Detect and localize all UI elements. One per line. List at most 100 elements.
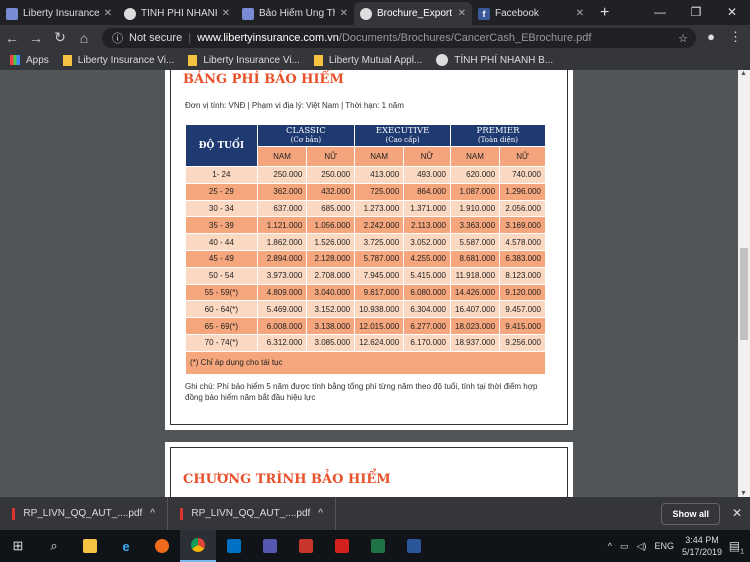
tab-3[interactable]: Brochure_Export ✕	[354, 2, 472, 25]
female-header: NỮ	[403, 146, 451, 167]
age-cell: 55 - 59(*)	[185, 283, 258, 302]
info-icon[interactable]: ⓘ	[112, 30, 123, 46]
tab-1[interactable]: TÍNH PHÍ NHANH ✕	[118, 2, 236, 25]
chevron-up-icon[interactable]: ^	[608, 541, 612, 551]
download-item[interactable]: RP_LIVN_QQ_AUT_....pdf ^	[168, 497, 336, 530]
table-row: 1- 24 250.000 250.000 413.000 493.000 620.000…	[185, 166, 546, 184]
close-tab-icon[interactable]: ✕	[458, 8, 466, 19]
close-icon[interactable]: ✕	[732, 506, 742, 520]
download-item[interactable]: RP_LIVN_QQ_AUT_....pdf ^	[0, 497, 168, 530]
reload-icon[interactable]: ↻	[48, 29, 72, 46]
excel-icon[interactable]	[360, 530, 396, 562]
network-icon[interactable]: ▭	[620, 541, 629, 552]
scroll-up-icon[interactable]: ▲	[740, 70, 747, 77]
volume-icon[interactable]: ◁)	[637, 541, 647, 552]
premium-cell: 6.277.000	[403, 317, 451, 335]
word-icon[interactable]	[396, 530, 432, 562]
acrobat-icon[interactable]	[324, 530, 360, 562]
scroll-thumb[interactable]	[740, 248, 748, 340]
pdf-icon	[180, 507, 184, 520]
taskbar: ⊞ ⌕ e ^ ▭ ◁) ENG 3:44 PM 5/17/2019 ▤1	[0, 530, 750, 562]
profile-icon[interactable]: ●	[707, 29, 715, 45]
premium-cell: 12.015.000	[354, 317, 405, 335]
minimize-icon[interactable]: —	[642, 0, 678, 24]
windows-start-icon[interactable]: ⊞	[0, 530, 36, 562]
premium-cell: 6.008.000	[256, 317, 308, 335]
teams-icon[interactable]	[252, 530, 288, 562]
internet-explorer-icon[interactable]: e	[108, 530, 144, 562]
section-title: BẢNG PHÍ BẢO HIỂM	[183, 72, 344, 87]
premium-cell: 2.894.000	[256, 249, 308, 268]
address-bar[interactable]: ⓘ Not secure | www.libertyinsurance.com.v…	[102, 28, 696, 48]
bookmark-star-icon[interactable]: ☆	[678, 32, 688, 45]
menu-icon[interactable]: ⋮	[729, 29, 742, 45]
premium-cell: 637.000	[256, 199, 308, 218]
premium-cell: 3.363.000	[449, 216, 501, 235]
close-tab-icon[interactable]: ✕	[340, 8, 348, 19]
premium-cell: 9.457.000	[499, 300, 546, 319]
language-indicator[interactable]: ENG	[654, 541, 674, 551]
tab-0[interactable]: Liberty Insurance ✕	[0, 2, 118, 25]
back-icon[interactable]: ←	[0, 30, 24, 46]
premium-cell: 2.708.000	[306, 266, 356, 285]
close-window-icon[interactable]: ✕	[714, 0, 750, 24]
forward-icon[interactable]: →	[24, 30, 48, 46]
notification-icon[interactable]: ▤1	[729, 539, 744, 555]
file-explorer-icon[interactable]	[72, 530, 108, 562]
premium-cell: 4.578.000	[499, 233, 546, 251]
chevron-up-icon[interactable]: ^	[318, 508, 323, 519]
apps-icon	[10, 55, 20, 65]
premium-cell: 5.787.000	[354, 249, 405, 268]
search-icon[interactable]: ⌕	[36, 530, 72, 562]
close-tab-icon[interactable]: ✕	[576, 8, 584, 19]
premium-cell: 1.121.000	[256, 216, 308, 235]
male-header: NAM	[354, 146, 405, 167]
table-row: 50 - 54 3.973.000 2.708.000 7.945.000 5.415.…	[185, 266, 546, 285]
security-app-icon[interactable]	[288, 530, 324, 562]
scrollbar[interactable]: ▲ ▼	[738, 70, 750, 497]
premium-cell: 5.587.000	[449, 233, 501, 251]
premium-cell: 10.938.000	[354, 300, 405, 319]
bookmark-4[interactable]: TÍNH PHÍ NHANH B...	[436, 54, 553, 66]
clock[interactable]: 3:44 PM 5/17/2019	[682, 534, 722, 558]
premium-cell: 12.624.000	[354, 333, 405, 352]
premium-cell: 3.052.000	[403, 233, 451, 251]
bookmark-2[interactable]: Liberty Insurance Vi...	[188, 54, 300, 66]
table-row: 45 - 49 2.894.000 2.128.000 5.787.000 4.255.…	[185, 249, 546, 268]
restore-icon[interactable]: ❐	[678, 0, 714, 24]
premium-cell: 2.128.000	[306, 249, 356, 268]
chevron-up-icon[interactable]: ^	[150, 508, 155, 519]
premium-cell: 3.973.000	[256, 266, 308, 285]
outlook-icon[interactable]	[216, 530, 252, 562]
tab-2[interactable]: Bảo Hiểm Ung Th ✕	[236, 2, 354, 25]
bookmark-apps[interactable]: Apps	[10, 55, 49, 66]
chrome-icon[interactable]	[180, 530, 216, 562]
premium-cell: 14.426.000	[449, 283, 501, 302]
premium-cell: 864.000	[403, 182, 451, 201]
home-icon[interactable]: ⌂	[72, 30, 96, 46]
premium-cell: 3.169.000	[499, 216, 546, 235]
firefox-icon[interactable]	[144, 530, 180, 562]
premium-cell: 11.918.000	[449, 266, 501, 285]
age-cell: 60 - 64(*)	[185, 300, 258, 319]
liberty-icon	[6, 7, 18, 20]
show-all-button[interactable]: Show all	[661, 503, 720, 525]
premium-cell: 1.526.000	[306, 233, 356, 251]
premium-cell: 740.000	[499, 166, 546, 184]
premium-cell: 1.056.000	[306, 216, 356, 235]
premium-cell: 9.120.000	[499, 283, 546, 302]
close-tab-icon[interactable]: ✕	[104, 8, 112, 19]
age-cell: 30 - 34	[185, 199, 258, 218]
plan-classic: CLASSIC (Cơ bản)	[256, 124, 356, 147]
scroll-down-icon[interactable]: ▼	[740, 490, 747, 497]
bookmark-1[interactable]: Liberty Insurance Vi...	[62, 54, 174, 66]
female-header: NỮ	[306, 146, 356, 167]
bookmark-3[interactable]: Liberty Mutual Appl...	[313, 54, 422, 66]
new-tab-button[interactable]: +	[590, 2, 619, 25]
close-tab-icon[interactable]: ✕	[222, 8, 230, 19]
age-cell: 25 - 29	[185, 182, 258, 201]
premium-table: ĐỘ TUỔI CLASSIC (Cơ bản) EXECUTIVE (Cao cấ…	[185, 124, 546, 375]
premium-cell: 413.000	[354, 166, 405, 184]
facebook-icon: f	[478, 7, 490, 20]
tab-4[interactable]: f Facebook ✕	[472, 2, 590, 25]
